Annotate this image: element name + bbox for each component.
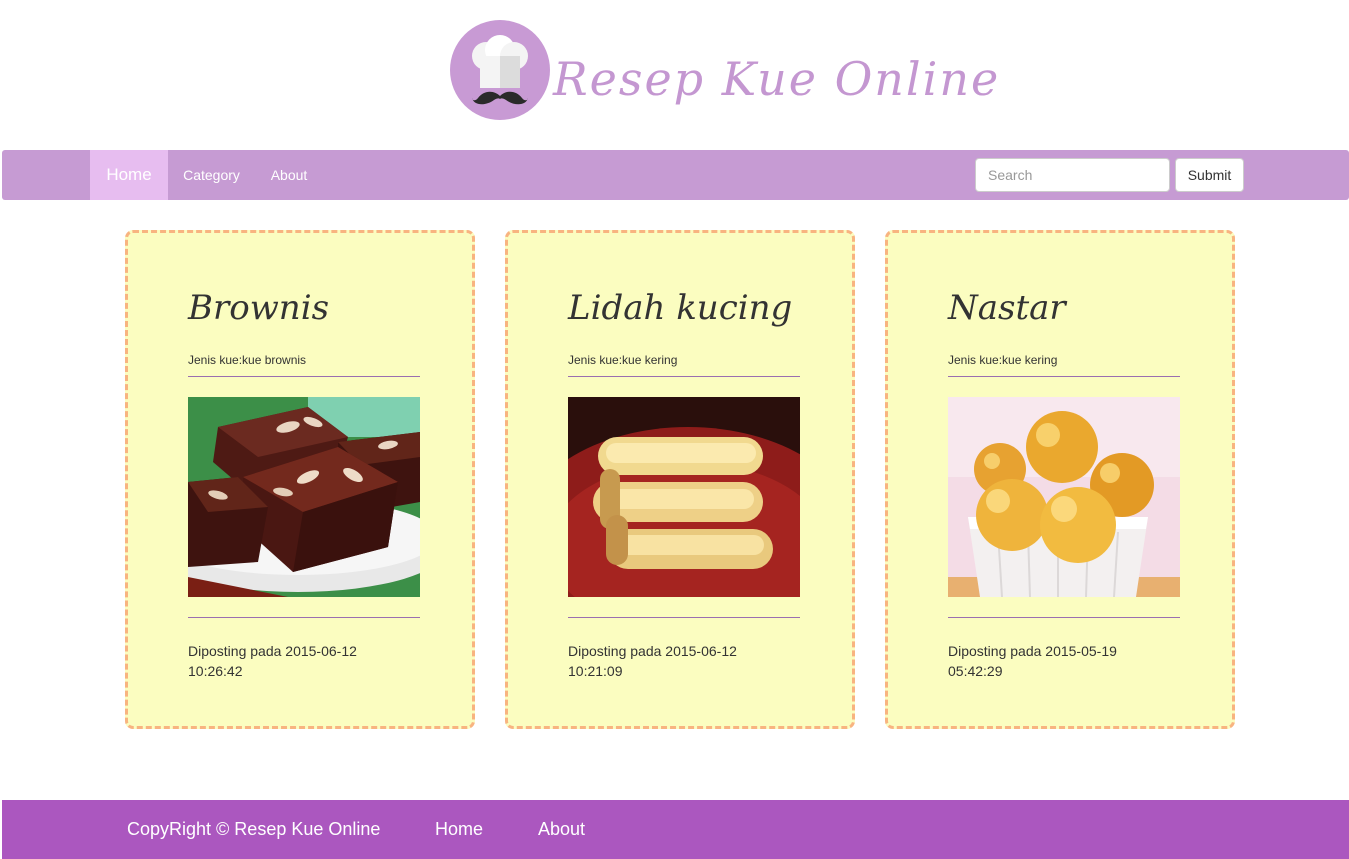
recipe-title[interactable]: Lidah kucing [568, 288, 792, 328]
posted-date-text: Diposting pada 2015-06-12 [568, 643, 737, 659]
posted-date-text: Diposting pada 2015-06-12 [188, 643, 357, 659]
recipe-card: Brownis Jenis kue:kue brownis Diposting … [125, 230, 475, 729]
divider [948, 617, 1180, 618]
recipe-title[interactable]: Nastar [948, 288, 1066, 328]
posted-date: Diposting pada 2015-05-19 05:42:29 [948, 641, 1148, 681]
brownies-photo[interactable] [188, 397, 420, 597]
divider [948, 376, 1180, 377]
divider [568, 617, 800, 618]
nastar-pineapple-tarts-photo[interactable] [948, 397, 1180, 597]
chef-hat-mustache-icon[interactable] [450, 20, 550, 120]
recipe-type: Jenis kue:kue kering [568, 353, 678, 367]
divider [188, 617, 420, 618]
recipe-card: Nastar Jenis kue:kue kering Diposting pa… [885, 230, 1235, 729]
main-navbar: Home Category About Submit [2, 150, 1349, 200]
posted-time-text: 05:42:29 [948, 663, 1003, 679]
footer-about-link[interactable]: About [538, 800, 585, 859]
lidah-kucing-cookies-photo[interactable] [568, 397, 800, 597]
posted-time-text: 10:21:09 [568, 663, 623, 679]
recipe-type: Jenis kue:kue brownis [188, 353, 307, 367]
recipe-card: Lidah kucing Jenis kue:kue kering Dipost… [505, 230, 855, 729]
footer-copyright: CopyRight © Resep Kue Online [127, 819, 381, 839]
recipe-type: Jenis kue:kue kering [948, 353, 1058, 367]
recipe-title[interactable]: Brownis [188, 288, 329, 328]
posted-date-text: Diposting pada 2015-05-19 [948, 643, 1117, 659]
site-footer: CopyRight © Resep Kue Online Home About [2, 800, 1349, 859]
footer-home-link[interactable]: Home [435, 800, 483, 859]
posted-date: Diposting pada 2015-06-12 10:26:42 [188, 641, 388, 681]
nav-home-link[interactable]: Home [90, 150, 168, 200]
divider [568, 376, 800, 377]
submit-button[interactable]: Submit [1175, 158, 1244, 192]
divider [188, 376, 420, 377]
posted-date: Diposting pada 2015-06-12 10:21:09 [568, 641, 768, 681]
site-header: Resep Kue Online [0, 0, 1349, 150]
site-title[interactable]: Resep Kue Online [553, 52, 1000, 106]
search-input[interactable] [975, 158, 1170, 192]
nav-category-link[interactable]: Category [168, 150, 255, 200]
posted-time-text: 10:26:42 [188, 663, 243, 679]
nav-about-link[interactable]: About [255, 150, 323, 200]
